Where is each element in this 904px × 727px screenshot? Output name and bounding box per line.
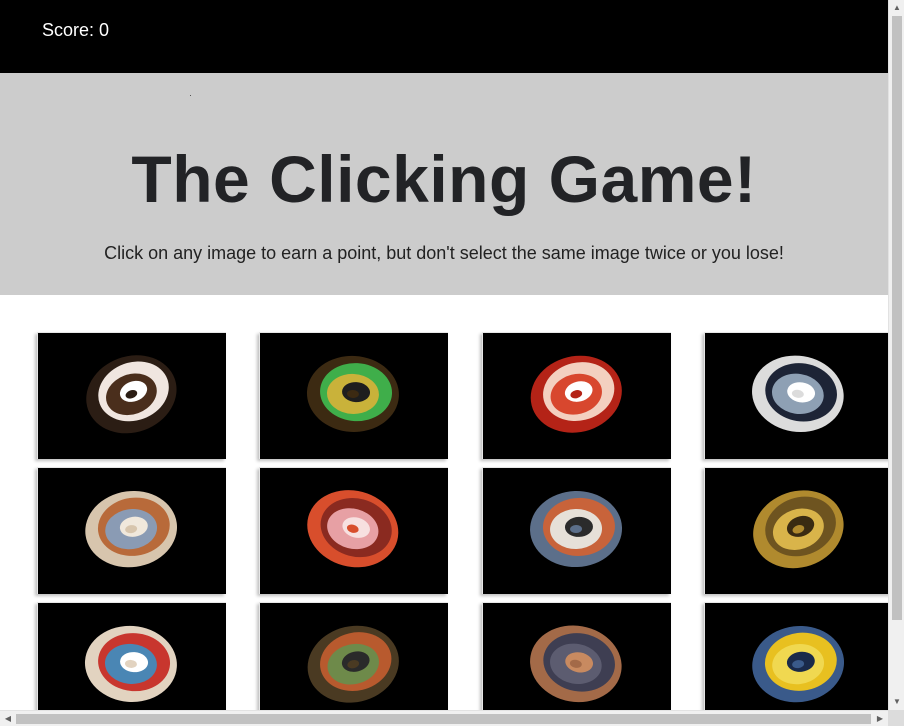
stone-image-7[interactable] bbox=[482, 467, 671, 594]
horizontal-scrollbar[interactable]: ◀ ▶ bbox=[0, 710, 888, 726]
stone-image-8[interactable] bbox=[704, 467, 888, 594]
stone-graphic bbox=[85, 490, 178, 568]
stone-graphic bbox=[752, 625, 845, 703]
stone-image-3[interactable] bbox=[482, 332, 671, 459]
stone-image-6[interactable] bbox=[259, 467, 448, 594]
stone-image-10[interactable] bbox=[259, 602, 448, 710]
stone-image-2[interactable] bbox=[259, 332, 448, 459]
stone-graphic bbox=[530, 491, 623, 568]
stone-image-5[interactable] bbox=[37, 467, 226, 594]
scroll-down-arrow-icon[interactable]: ▼ bbox=[889, 694, 904, 710]
page-viewport: Score: 0 The Clicking Game! Click on any… bbox=[0, 0, 888, 710]
stone-image-1[interactable] bbox=[37, 332, 226, 459]
stone-graphic bbox=[530, 625, 622, 703]
stone-graphic bbox=[84, 625, 177, 702]
scroll-right-arrow-icon[interactable]: ▶ bbox=[872, 711, 888, 727]
stone-image-12[interactable] bbox=[704, 602, 888, 710]
horizontal-scroll-thumb[interactable] bbox=[16, 714, 871, 724]
page-title: The Clicking Game! bbox=[131, 142, 757, 216]
stone-graphic bbox=[307, 625, 399, 703]
scroll-up-arrow-icon[interactable]: ▲ bbox=[889, 0, 904, 16]
vertical-scroll-thumb[interactable] bbox=[892, 16, 902, 620]
stone-image-11[interactable] bbox=[482, 602, 671, 710]
score-display: Score: 0 bbox=[42, 20, 110, 40]
scrollbar-corner bbox=[888, 710, 904, 726]
stone-image-4[interactable] bbox=[704, 332, 888, 459]
stone-graphic bbox=[306, 355, 399, 432]
header-banner: The Clicking Game! Click on any image to… bbox=[0, 73, 888, 295]
stone-graphic bbox=[307, 490, 399, 568]
stone-graphic bbox=[86, 355, 177, 434]
vertical-scrollbar[interactable]: ▲ ▼ bbox=[888, 0, 904, 710]
image-grid bbox=[0, 295, 888, 710]
instructions-text: Click on any image to earn a point, but … bbox=[104, 243, 784, 263]
stone-image-9[interactable] bbox=[37, 602, 226, 710]
stone-graphic bbox=[752, 355, 844, 433]
stone-graphic bbox=[753, 490, 844, 569]
navbar: Score: 0 bbox=[0, 0, 888, 73]
decorative-dot bbox=[190, 95, 191, 96]
scroll-left-arrow-icon[interactable]: ◀ bbox=[0, 711, 16, 727]
stone-graphic bbox=[530, 355, 622, 433]
